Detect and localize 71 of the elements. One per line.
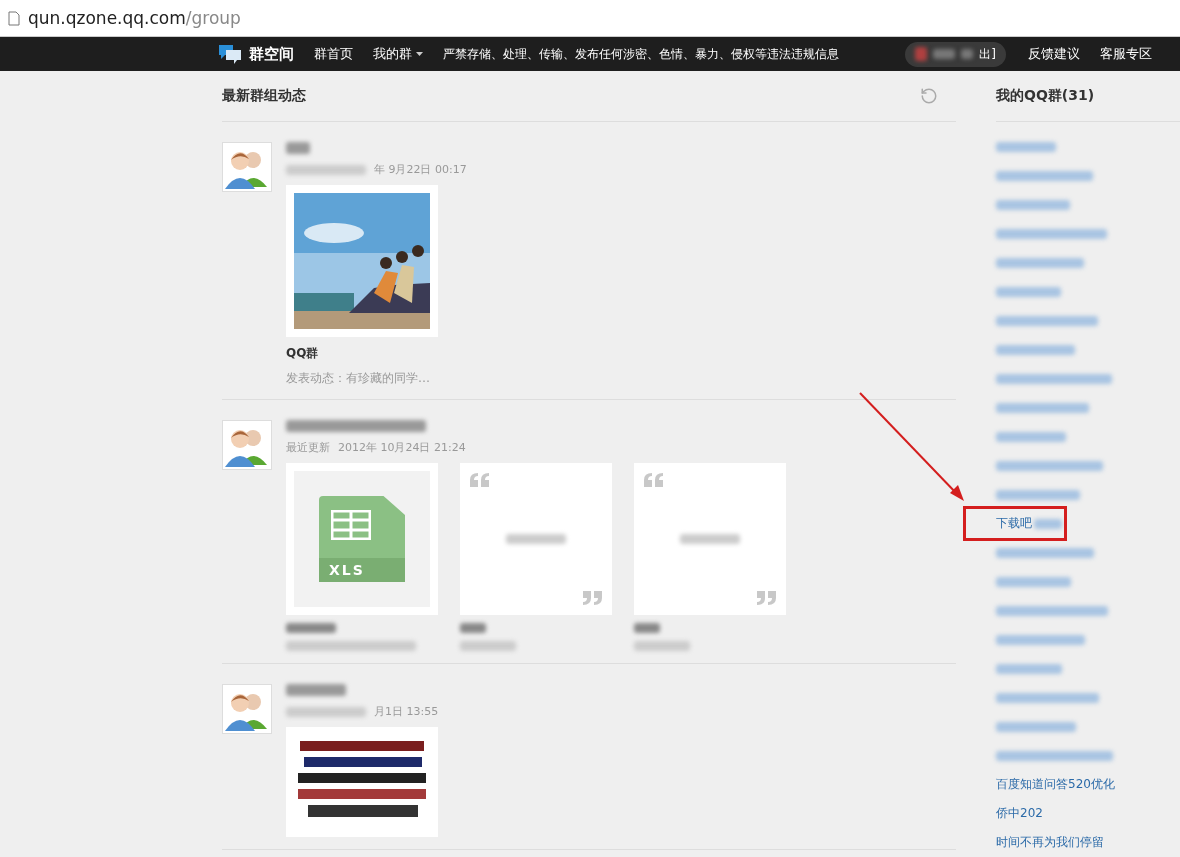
nav-link[interactable]: 我的群 (373, 45, 423, 63)
quote-icon (582, 591, 602, 605)
blurred-link[interactable] (996, 721, 1076, 732)
page-icon (8, 10, 20, 26)
blurred-link[interactable] (996, 315, 1098, 326)
blurred-link[interactable] (996, 663, 1062, 674)
nav-link[interactable]: 客服专区 (1100, 45, 1152, 63)
blurred-text (460, 623, 486, 633)
blurred-avatar (915, 47, 928, 61)
group-link[interactable]: 下载吧 (996, 515, 1032, 532)
blurred-link[interactable] (996, 286, 1061, 297)
refresh-icon[interactable] (920, 87, 938, 105)
logout-link[interactable]: 出] (979, 45, 996, 63)
nav-link[interactable]: 反馈建议 (1028, 45, 1080, 63)
blurred-text (634, 623, 660, 633)
blurred-link[interactable] (996, 141, 1056, 152)
blurred-link[interactable] (996, 634, 1085, 645)
blurred-link[interactable] (996, 344, 1075, 355)
post-time: 月1日 13:55 (374, 704, 439, 719)
blurred-text (286, 684, 346, 696)
quote-icon (470, 473, 490, 487)
image-card[interactable] (286, 727, 438, 837)
post-time: 2012年 10月24日 21:24 (338, 440, 466, 455)
caret-icon (416, 52, 423, 56)
feed-title: 最新群组动态 (222, 87, 306, 105)
blurred-link[interactable] (996, 402, 1089, 413)
quote-card[interactable] (634, 463, 786, 615)
sidebar-title: 我的QQ群(31) (996, 87, 1095, 105)
blurred-text (933, 49, 956, 59)
blurred-link[interactable] (996, 750, 1113, 761)
blurred-link[interactable] (996, 431, 1066, 442)
blurred-link[interactable] (996, 373, 1112, 384)
update-label: 最近更新 (286, 440, 330, 455)
avatar-icon (222, 420, 272, 470)
chat-bubbles-icon (217, 43, 243, 65)
attachment-title: QQ群 (286, 345, 320, 362)
blurred-text (680, 534, 740, 544)
brand-name[interactable]: 群空间 (249, 44, 294, 64)
blurred-text (634, 641, 690, 651)
address-url[interactable]: qun.qzone.qq.com/group (28, 8, 241, 28)
post-time: 年 9月22日 00:17 (374, 162, 467, 177)
blurred-link[interactable] (996, 199, 1070, 210)
blurred-link[interactable] (996, 692, 1099, 703)
blurred-link[interactable] (996, 257, 1084, 268)
blurred-text (460, 641, 516, 651)
avatar-icon (222, 684, 272, 734)
quote-icon (644, 473, 664, 487)
notice-text: 严禁存储、处理、传输、发布任何涉密、色情、暴力、侵权等违法违规信息 (443, 45, 839, 63)
blurred-text (506, 534, 566, 544)
blurred-text (286, 142, 310, 154)
blurred-link[interactable] (996, 228, 1107, 239)
image-card[interactable] (286, 185, 438, 337)
blurred-text (961, 49, 974, 59)
blurred-link[interactable] (996, 605, 1108, 616)
quote-icon (756, 591, 776, 605)
blurred-link[interactable] (996, 547, 1094, 558)
blurred-text (286, 623, 336, 633)
quote-card[interactable] (460, 463, 612, 615)
avatar-icon (222, 142, 272, 192)
nav-link[interactable]: 群首页 (314, 45, 353, 63)
group-link[interactable]: 百度知道问答520优化 (996, 776, 1115, 793)
attachment-caption: 发表动态：有珍藏的同学… (286, 370, 431, 387)
blurred-link[interactable] (996, 489, 1080, 500)
user-menu[interactable]: 出] (905, 41, 1006, 67)
spreadsheet-file-icon: XLS (319, 496, 405, 582)
blurred-link[interactable] (996, 170, 1093, 181)
blurred-link[interactable] (996, 460, 1103, 471)
group-link[interactable]: 侨中202 (996, 805, 1043, 822)
blurred-link[interactable] (996, 576, 1071, 587)
group-link[interactable]: 时间不再为我们停留 (996, 834, 1104, 851)
blurred-link[interactable] (1034, 518, 1062, 529)
